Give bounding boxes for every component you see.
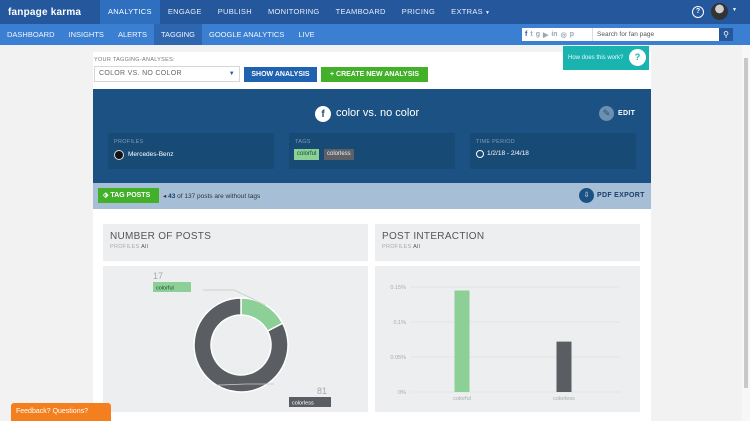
google-plus-icon[interactable]: g <box>536 31 540 38</box>
bar-colorless[interactable] <box>556 341 572 392</box>
create-new-analysis-button[interactable]: + CREATE NEW ANALYSIS <box>321 67 428 82</box>
pencil-icon[interactable]: ✎ <box>599 106 614 121</box>
avatar-chevron-down-icon[interactable]: ▼ <box>732 7 737 13</box>
tag-posts-button[interactable]: ⬗ TAG POSTS <box>98 188 159 203</box>
fan-page-search-input[interactable]: Search for fan page <box>592 28 719 41</box>
youtube-icon[interactable]: ▶ <box>543 31 548 39</box>
twitter-icon[interactable]: t <box>530 31 532 38</box>
time-period-box: TIME PERIOD 1/2/18 - 2/4/18 <box>470 133 636 169</box>
profiles-label: PROFILES <box>382 244 412 250</box>
time-period-label: TIME PERIOD <box>476 139 516 145</box>
nav-publish[interactable]: PUBLISH <box>210 0 260 24</box>
scrollbar-thumb[interactable] <box>744 58 748 388</box>
x-tick-label: colorful <box>453 396 471 402</box>
profiles-value: All <box>141 244 149 250</box>
search-icon[interactable]: ⚲ <box>719 28 733 41</box>
tab-alerts[interactable]: ALERTS <box>111 24 154 45</box>
tab-tagging[interactable]: TAGGING <box>153 24 203 45</box>
post-interaction-header: POST INTERACTION PROFILES All <box>375 224 640 261</box>
analysis-select-value: COLOR VS. NO COLOR <box>99 70 182 77</box>
profiles-box: PROFILES Mercedes-Benz <box>108 133 274 169</box>
avatar[interactable] <box>711 3 728 20</box>
tag-colorful: colorful <box>294 149 320 160</box>
tab-google-analytics[interactable]: GOOGLE ANALYTICS <box>202 24 291 45</box>
nav-teamboard[interactable]: TEAMBOARD <box>328 0 394 24</box>
nav-engage[interactable]: ENGAGE <box>160 0 210 24</box>
how-does-this-work-label: How does this work? <box>568 55 624 61</box>
donut-category-label: colorless <box>292 401 314 407</box>
facebook-icon[interactable]: f <box>525 31 527 38</box>
number-of-posts-header: NUMBER OF POSTS PROFILES All <box>103 224 368 261</box>
nav-monitoring[interactable]: MONITORING <box>260 0 328 24</box>
number-of-posts-title: NUMBER OF POSTS <box>110 231 212 242</box>
untagged-posts-info: ◂ 43 of 137 posts are without tags <box>163 192 260 200</box>
untagged-text: of 137 posts are without tags <box>175 193 261 200</box>
mercedes-logo-icon <box>114 150 124 160</box>
dropdown-arrow-icon: ▼ <box>228 71 235 77</box>
facebook-icon: f <box>315 106 331 122</box>
time-period-value: 1/2/18 - 2/4/18 <box>487 150 529 157</box>
instagram-icon[interactable]: ◎ <box>561 31 567 39</box>
pdf-export-button[interactable]: PDF EXPORT <box>597 192 645 199</box>
number-of-posts-chart-panel: 17 colorful 81 colorless <box>103 266 368 412</box>
tab-insights[interactable]: INSIGHTS <box>62 24 111 45</box>
tab-dashboard[interactable]: DASHBOARD <box>0 24 62 45</box>
how-does-this-work-button[interactable]: How does this work? ? <box>563 46 649 70</box>
profiles-value: All <box>413 244 421 250</box>
chevron-down-icon: ▼ <box>484 10 491 16</box>
analysis-title: color vs. no color <box>336 107 420 119</box>
y-tick-label: 0.1% <box>393 320 406 326</box>
help-icon[interactable]: ? <box>692 6 704 18</box>
edit-button[interactable]: EDIT <box>618 110 635 117</box>
top-navigation-bar: fanpage karma ANALYTICS ENGAGE PUBLISH M… <box>0 0 750 24</box>
pinterest-icon[interactable]: p <box>570 31 574 38</box>
tagging-analyses-label: YOUR TAGGING-ANALYSES: <box>94 57 175 63</box>
clock-icon <box>476 150 484 158</box>
show-analysis-button[interactable]: SHOW ANALYSIS <box>244 67 317 82</box>
number-of-posts-donut-chart: 17 colorful 81colorless <box>153 271 331 407</box>
number-of-posts-profiles: PROFILES All <box>110 244 148 250</box>
post-interaction-bar-chart: 0% 0.05% 0.1% 0.15% colorful colorless <box>390 285 620 402</box>
app-logo[interactable]: fanpage karma <box>0 7 100 18</box>
nav-analytics[interactable]: ANALYTICS <box>100 0 160 24</box>
y-tick-label: 0.15% <box>390 285 406 291</box>
donut-value-label: 81 <box>317 386 327 396</box>
top-nav-menu: ANALYTICS ENGAGE PUBLISH MONITORING TEAM… <box>100 0 498 24</box>
sub-nav-menu: DASHBOARD INSIGHTS ALERTS TAGGING GOOGLE… <box>0 24 322 45</box>
y-tick-label: 0.05% <box>390 355 406 361</box>
donut-value-label: 17 <box>153 271 163 281</box>
x-tick-label: colorless <box>553 396 575 402</box>
tags-box: TAGS colorful colorless <box>289 133 455 169</box>
pdf-icon[interactable]: ⇩ <box>579 188 594 203</box>
profiles-label: PROFILES <box>114 139 144 145</box>
tag-colorless: colorless <box>324 149 354 160</box>
nav-extras[interactable]: EXTRAS ▼ <box>443 0 498 24</box>
tag-posts-label: TAG POSTS <box>110 192 151 199</box>
y-tick-label: 0% <box>398 390 406 396</box>
network-filter[interactable]: f t g ▶ in ◎ p <box>522 28 592 41</box>
donut-category-label: colorful <box>156 286 174 292</box>
feedback-button[interactable]: Feedback? Questions? <box>11 403 111 421</box>
linkedin-icon[interactable]: in <box>551 31 557 38</box>
analysis-select[interactable]: COLOR VS. NO COLOR ▼ <box>94 66 240 82</box>
nav-extras-label: EXTRAS <box>451 7 483 16</box>
bar-colorful[interactable] <box>454 290 470 393</box>
tab-live[interactable]: LIVE <box>291 24 321 45</box>
profiles-label: PROFILES <box>110 244 140 250</box>
post-interaction-chart-panel: 0% 0.05% 0.1% 0.15% colorful colorless <box>375 266 640 412</box>
tags-label: TAGS <box>295 139 311 145</box>
question-icon: ? <box>629 49 646 66</box>
post-interaction-title: POST INTERACTION <box>382 231 485 242</box>
profile-name: Mercedes-Benz <box>128 151 174 158</box>
post-interaction-profiles: PROFILES All <box>382 244 420 250</box>
nav-pricing[interactable]: PRICING <box>394 0 443 24</box>
